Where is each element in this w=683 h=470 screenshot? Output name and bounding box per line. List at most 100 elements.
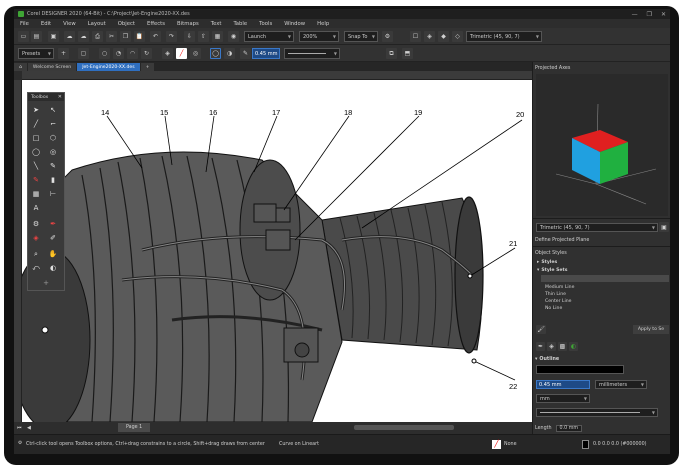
snap-to-dropdown[interactable]: Snap To ▼	[344, 31, 378, 42]
projection-type-dropdown[interactable]: Trimetric (45, 90, 7) ▼	[536, 223, 658, 232]
radial-icon[interactable]: ◑	[224, 48, 235, 59]
outline-swatch[interactable]	[582, 440, 589, 449]
callout-14[interactable]: 14	[101, 108, 109, 117]
outline-width-field[interactable]: 0.45 mm	[252, 48, 280, 59]
new-document-icon[interactable]: ▭	[18, 31, 29, 42]
polygon-tool-icon[interactable]: ⬡	[47, 132, 59, 144]
dash-style-dropdown[interactable]: mm ▼	[536, 394, 590, 403]
brush-icon[interactable]: 🖌	[536, 325, 546, 334]
eraser-tool-icon[interactable]: ▮	[47, 174, 59, 186]
toolbox-panel[interactable]: Toolbox ✕ ➤ ↖ ╱ ⌐ □ ⬡ ◯ ◎ ╲ ✎ ✎ ▮ ▦ ⊢ A …	[27, 92, 65, 291]
wrap-icon[interactable]: ⧉	[386, 48, 397, 59]
callout-15[interactable]: 15	[160, 108, 168, 117]
callout-18[interactable]: 18	[344, 108, 352, 117]
pick-tool-icon[interactable]: ➤	[30, 104, 42, 116]
fill-swatch-icon[interactable]: ╱	[492, 440, 501, 449]
cloud-upload-icon[interactable]: ☁	[64, 31, 75, 42]
outline-units-dropdown[interactable]: millimeters ▼	[595, 380, 647, 389]
menu-tools[interactable]: Tools	[259, 21, 272, 27]
app-launcher-icon[interactable]: ◉	[228, 31, 239, 42]
spiral-tool-icon[interactable]: ◎	[47, 146, 59, 158]
menu-object[interactable]: Object	[118, 21, 135, 27]
tab-jet-engine[interactable]: Jet-Engine2020-XX.des	[77, 63, 140, 71]
close-button[interactable]: ✕	[661, 11, 666, 18]
rectangle-tool-icon[interactable]: □	[30, 132, 42, 144]
menu-file[interactable]: File	[20, 21, 29, 27]
shape-tool-icon[interactable]: ↖	[47, 104, 59, 116]
text-tool-icon[interactable]: A	[30, 202, 42, 214]
outline-color-picker[interactable]	[536, 365, 624, 374]
callout-21[interactable]: 21	[509, 239, 517, 248]
fill-style-icon[interactable]: ◈	[547, 342, 556, 351]
hidden-line-icon[interactable]: ▢	[78, 48, 89, 59]
table-tool-icon[interactable]: ▦	[30, 188, 42, 200]
prev-page-icon[interactable]: ◀	[27, 423, 31, 432]
tree-style-sets[interactable]: ▾ Style Sets	[537, 267, 567, 274]
launch-dropdown[interactable]: Launch ▼	[244, 31, 294, 42]
smart-draw-icon[interactable]: ✎	[30, 174, 42, 186]
zoom-tool-icon[interactable]: ⌕	[30, 248, 42, 260]
projection-dropdown[interactable]: Trimetric (45, 90, 7) ▼	[466, 31, 542, 42]
callout-tool-icon[interactable]: ⚙	[30, 218, 42, 230]
outline-pen-icon[interactable]: ✎	[240, 48, 251, 59]
style-no-line[interactable]: No Line	[545, 305, 562, 312]
menu-edit[interactable]: Edit	[41, 21, 51, 27]
callout-17[interactable]: 17	[272, 108, 280, 117]
drawing-canvas[interactable]: 14 15 16 17 18 19 20 21 22	[22, 80, 532, 422]
callout-22[interactable]: 22	[509, 382, 517, 391]
line-tool-icon[interactable]: ╲	[30, 160, 42, 172]
menu-layout[interactable]: Layout	[88, 21, 106, 27]
knife-tool-icon[interactable]: ╱	[30, 118, 42, 130]
pie-icon[interactable]: ◔	[113, 48, 124, 59]
fill-tool-icon[interactable]: ◈	[30, 232, 42, 244]
copy-icon[interactable]: ❐	[120, 31, 131, 42]
menu-help[interactable]: Help	[317, 21, 329, 27]
open-folder-icon[interactable]: ▤	[31, 31, 42, 42]
wrap-text-icon[interactable]: ◎	[190, 48, 201, 59]
outline-tool-icon[interactable]: ✐	[47, 232, 59, 244]
gear-icon[interactable]: ⚙	[382, 31, 393, 42]
style-center-line[interactable]: Center Line	[545, 298, 572, 305]
line-style-dropdown[interactable]: ▼	[284, 48, 340, 59]
connector-tool-icon[interactable]: ⤺	[30, 262, 42, 274]
no-fill-icon[interactable]: ╱	[176, 48, 187, 59]
home-icon[interactable]: ⌂	[14, 63, 27, 71]
pattern-icon[interactable]: ▩	[558, 342, 567, 351]
ellipse-tool-icon[interactable]: ◯	[30, 146, 42, 158]
cut-icon[interactable]: ✂	[106, 31, 117, 42]
projection-icon[interactable]: ◇	[452, 31, 463, 42]
tree-styles[interactable]: ▸ Styles	[537, 259, 557, 266]
cloud-download-icon[interactable]: ☁	[78, 31, 89, 42]
fill-bucket-icon[interactable]: ◈	[162, 48, 173, 59]
redo-icon[interactable]: ↷	[166, 31, 177, 42]
apply-to-selection-button[interactable]: Apply to Se	[633, 325, 669, 334]
tab-welcome-screen[interactable]: Welcome Screen	[27, 63, 77, 71]
ellipse-tool-icon[interactable]: ◯	[210, 48, 221, 59]
eyedropper-tool-icon[interactable]: ✒	[47, 218, 59, 230]
toolbox-header[interactable]: Toolbox ✕	[28, 93, 64, 101]
zoom-level-dropdown[interactable]: 200% ▼	[299, 31, 339, 42]
transparency-icon[interactable]: ◐	[569, 342, 578, 351]
define-plane-label[interactable]: Define Projected Plane	[535, 236, 589, 244]
horizontal-scrollbar[interactable]	[354, 425, 454, 430]
menu-window[interactable]: Window	[284, 21, 305, 27]
clockwise-icon[interactable]: ↻	[141, 48, 152, 59]
menu-effects[interactable]: Effects	[147, 21, 165, 27]
crop-tool-icon[interactable]: ⌐	[47, 118, 59, 130]
save-icon[interactable]: ▣	[48, 31, 59, 42]
paste-icon[interactable]: 📋	[134, 31, 145, 42]
maximize-button[interactable]: ❐	[647, 11, 652, 18]
import-icon[interactable]: ⇩	[184, 31, 195, 42]
projection-settings-icon[interactable]: ▣	[659, 222, 669, 232]
color-cube-icon[interactable]: ◆	[438, 31, 449, 42]
circle-icon[interactable]: ○	[99, 48, 110, 59]
cube-view-icon[interactable]: ◈	[424, 31, 435, 42]
page-1-tab[interactable]: Page 1	[118, 423, 151, 432]
to-front-icon[interactable]: ⬒	[402, 48, 413, 59]
callout-20[interactable]: 20	[516, 110, 524, 119]
arc-icon[interactable]: ◠	[127, 48, 138, 59]
plus-icon[interactable]: +	[58, 48, 69, 59]
presets-dropdown[interactable]: Presets ▼	[18, 48, 54, 59]
undo-icon[interactable]: ↶	[150, 31, 161, 42]
dimension-tool-icon[interactable]: ⊢	[47, 188, 59, 200]
